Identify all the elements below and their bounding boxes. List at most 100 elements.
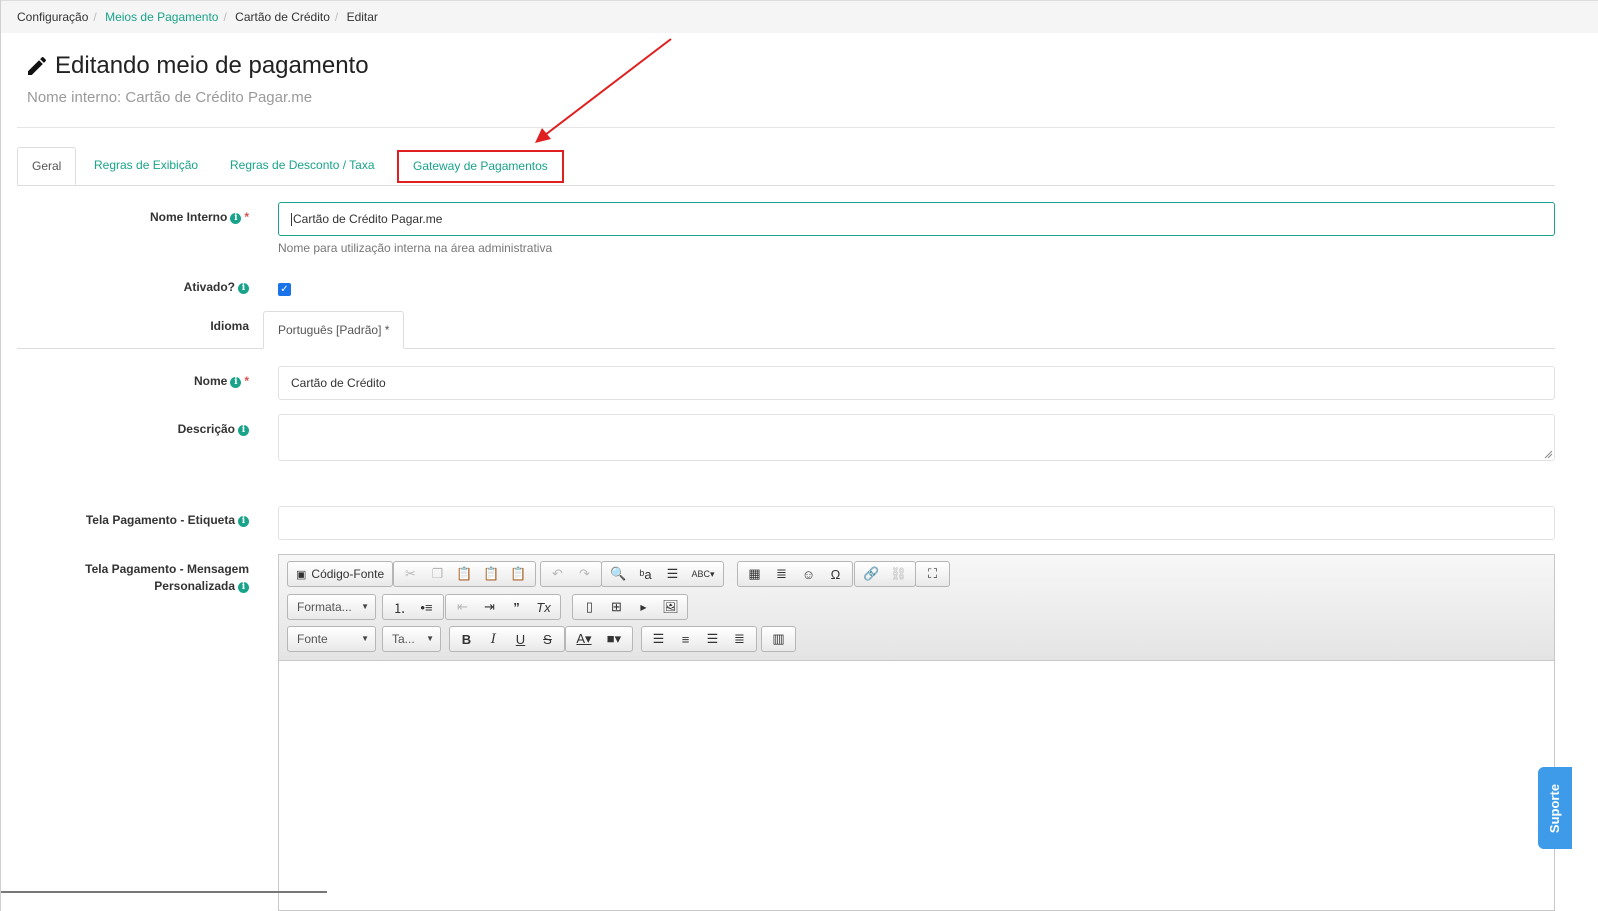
resize-handle-icon[interactable] [1544, 450, 1553, 459]
background-color-icon[interactable]: ■▾ [599, 628, 629, 650]
paste-icon[interactable]: 📋 [451, 563, 478, 585]
toolbar-group-find: 🔍 ᵇa ☰ ABC▾ [601, 561, 724, 587]
tab-bar: Geral Regras de Exibição Regras de Desco… [17, 147, 1555, 186]
toolbar-group-align: ☰ ≡ ☰ ≣ [641, 626, 757, 652]
info-icon: i [238, 582, 249, 593]
editor-toolbar: ▣ Código-Fonte ✂ ❐ 📋 📋 📋 ↶ ↷ 🔍 ᵇa ☰ ABC▾ … [279, 555, 1554, 661]
page-title: Editando meio de pagamento [25, 52, 369, 80]
bottom-scrollbar [1, 891, 327, 893]
pencil-icon [28, 56, 47, 75]
toolbar-group-source: ▣ Código-Fonte [287, 561, 394, 587]
templates-icon[interactable]: ⊞ [603, 596, 630, 618]
bulleted-list-icon[interactable]: •≡ [413, 596, 440, 618]
source-icon: ▣ [296, 568, 307, 581]
numbered-list-icon[interactable]: ⒈ [386, 596, 413, 618]
toolbar-group-media: ▯ ⊞ ▶ 🖼 [572, 594, 688, 620]
toolbar-group-maximize: ⛶ [915, 561, 950, 587]
dropdown-arrow-icon: ▼ [426, 634, 434, 643]
toolbar-group-basic-styles: B I U S [449, 626, 565, 652]
nome-input[interactable]: Cartão de Crédito [278, 366, 1555, 400]
format-select[interactable]: Formata... ▼ [287, 594, 376, 620]
info-icon: i [238, 283, 249, 294]
source-button[interactable]: ▣ Código-Fonte [291, 563, 389, 585]
language-tab-line [17, 348, 1555, 349]
breadcrumb-item-cartao-de-credito: Cartão de Crédito [235, 10, 330, 24]
text-color-icon[interactable]: A▾ [569, 628, 599, 650]
tab-regras-desconto-taxa[interactable]: Regras de Desconto / Taxa [216, 147, 389, 184]
editor-content-area[interactable] [279, 661, 1554, 910]
font-select[interactable]: Fonte ▼ [287, 626, 376, 652]
toolbar-group-colors: A▾ ■▾ [565, 626, 633, 652]
underline-icon[interactable]: U [507, 628, 534, 650]
font-size-select[interactable]: Ta... ▼ [382, 626, 441, 652]
toolbar-group-insert: ▦ ≣ ☺ Ω [737, 561, 853, 587]
maximize-icon[interactable]: ⛶ [919, 563, 946, 585]
image-icon[interactable]: 🖼 [657, 596, 684, 618]
breadcrumb: Configuração / Meios de Pagamento / Cartão… [1, 0, 1598, 33]
paste-word-icon[interactable]: 📋 [505, 563, 532, 585]
align-right-icon[interactable]: ☰ [699, 628, 726, 650]
find-icon[interactable]: 🔍 [605, 563, 632, 585]
ativado-checkbox[interactable]: ✓ [278, 283, 291, 296]
tela-etiqueta-label: Tela Pagamento - Etiqueta i [41, 513, 249, 527]
info-icon: i [230, 213, 242, 224]
info-icon: i [238, 425, 249, 436]
descricao-label: Descrição i [41, 422, 249, 436]
dropdown-arrow-icon: ▼ [361, 602, 369, 611]
iframe-icon[interactable]: ▯ [576, 596, 603, 618]
toolbar-group-link: 🔗 ⛓ [854, 561, 916, 587]
breadcrumb-item-configuracao[interactable]: Configuração [17, 10, 88, 24]
spellcheck-icon[interactable]: ABC▾ [686, 563, 720, 585]
align-left-icon[interactable]: ☰ [645, 628, 672, 650]
ativado-label: Ativado? i [41, 280, 249, 294]
rich-text-editor: ▣ Código-Fonte ✂ ❐ 📋 📋 📋 ↶ ↷ 🔍 ᵇa ☰ ABC▾ … [278, 554, 1555, 911]
youtube-icon[interactable]: ▶ [630, 596, 657, 618]
info-icon: i [230, 377, 242, 388]
undo-icon[interactable]: ↶ [544, 563, 571, 585]
smiley-icon[interactable]: ☺ [795, 563, 822, 585]
support-button[interactable]: Suporte [1538, 767, 1572, 849]
nome-interno-label: Nome Interno i * [149, 210, 249, 224]
toolbar-group-undo: ↶ ↷ [540, 561, 602, 587]
page-title-text: Editando meio de pagamento [55, 52, 369, 79]
table-icon[interactable]: ▦ [741, 563, 768, 585]
strikethrough-icon[interactable]: S [534, 628, 561, 650]
copy-icon[interactable]: ❐ [424, 563, 451, 585]
page-subtitle: Nome interno: Cartão de Crédito Pagar.me [27, 89, 313, 106]
align-center-icon[interactable]: ≡ [672, 628, 699, 650]
tela-mensagem-label: Tela Pagamento - Mensagem Personalizada i [85, 562, 249, 593]
replace-icon[interactable]: ᵇa [632, 563, 659, 585]
nome-interno-help: Nome para utilização interna na área adm… [278, 241, 553, 255]
indent-icon[interactable]: ⇥ [476, 596, 503, 618]
annotation-arrow [535, 38, 672, 143]
tab-regras-exibicao[interactable]: Regras de Exibição [80, 147, 212, 184]
link-icon[interactable]: 🔗 [858, 563, 885, 585]
select-all-icon[interactable]: ☰ [659, 563, 686, 585]
redo-icon[interactable]: ↷ [571, 563, 598, 585]
outdent-icon[interactable]: ⇤ [449, 596, 476, 618]
idioma-label: Idioma [210, 319, 249, 333]
horizontal-rule-icon[interactable]: ≣ [768, 563, 795, 585]
special-char-icon[interactable]: Ω [822, 563, 849, 585]
italic-icon[interactable]: I [480, 628, 507, 650]
language-tab-portugues[interactable]: Português [Padrão] * [263, 311, 405, 349]
info-icon: i [238, 516, 249, 527]
paste-text-icon[interactable]: 📋 [478, 563, 505, 585]
toolbar-group-indent: ⇤ ⇥ ” Tx [445, 594, 561, 620]
toolbar-group-clipboard: ✂ ❐ 📋 📋 📋 [393, 561, 536, 587]
tela-etiqueta-input[interactable] [278, 506, 1555, 540]
nome-interno-input[interactable]: Cartão de Crédito Pagar.me [278, 202, 1555, 236]
divider [17, 127, 1555, 128]
dropdown-arrow-icon: ▼ [361, 634, 369, 643]
bold-icon[interactable]: B [453, 628, 480, 650]
show-blocks-icon[interactable]: ▥ [765, 628, 792, 650]
descricao-textarea[interactable] [278, 414, 1555, 461]
breadcrumb-item-meios-de-pagamento[interactable]: Meios de Pagamento [105, 10, 218, 24]
nome-label: Nome i * [193, 374, 249, 388]
tab-geral[interactable]: Geral [17, 147, 77, 185]
unlink-icon[interactable]: ⛓ [885, 563, 912, 585]
blockquote-icon[interactable]: ” [503, 596, 530, 618]
remove-format-icon[interactable]: Tx [530, 596, 557, 618]
align-justify-icon[interactable]: ≣ [726, 628, 753, 650]
cut-icon[interactable]: ✂ [397, 563, 424, 585]
